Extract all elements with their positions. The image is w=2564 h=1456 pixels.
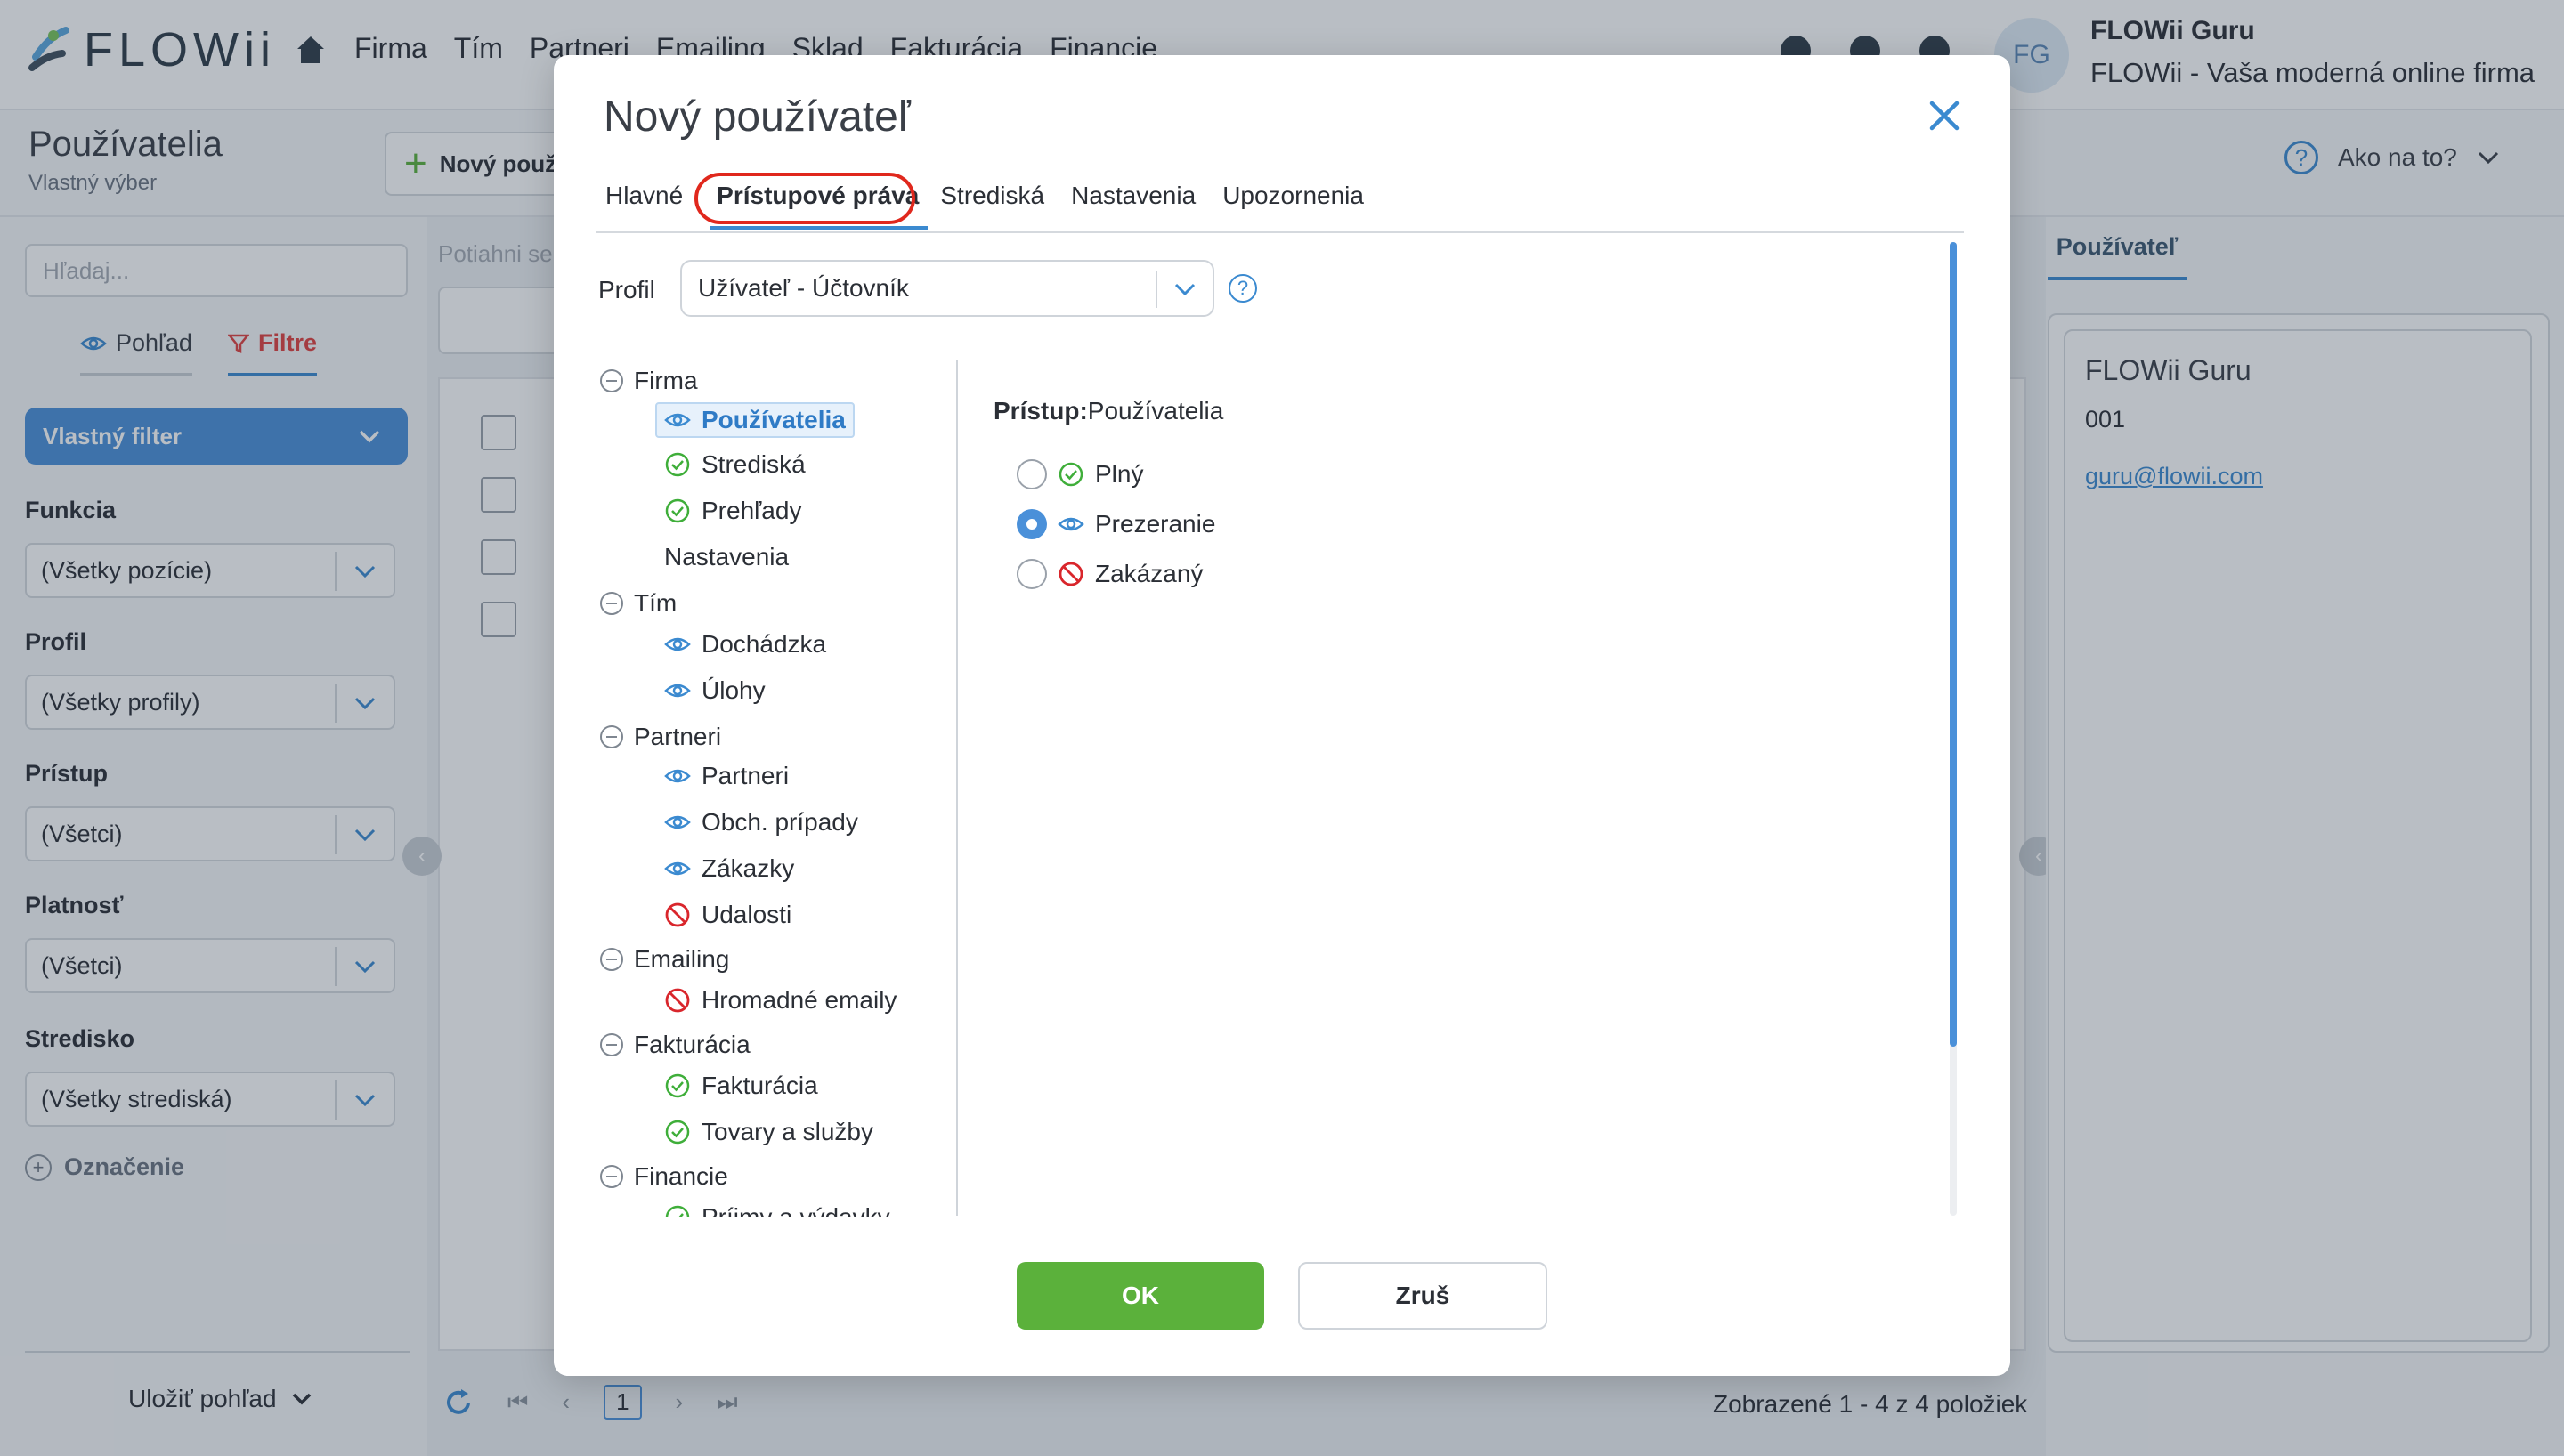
access-prefix: Prístup: — [994, 397, 1088, 425]
check-circle-icon — [664, 1204, 691, 1217]
collapse-icon[interactable] — [600, 369, 623, 392]
tree-item-label: Strediská — [702, 450, 806, 478]
access-option-zakazany[interactable]: Zakázaný — [1017, 559, 1203, 589]
eye-icon — [664, 763, 691, 789]
collapse-icon[interactable] — [600, 1033, 623, 1056]
tree-item-label: Úlohy — [702, 676, 766, 704]
tree-item-label: Obch. prípady — [702, 808, 858, 836]
tree-group-label: Tím — [634, 589, 678, 617]
tree-group-emailing[interactable]: Emailing — [600, 945, 729, 974]
access-module: Používatelia — [1087, 397, 1224, 425]
tree-item-nastavenia[interactable]: Nastavenia — [664, 543, 789, 571]
tree-item-prijmy-a-vydavky[interactable]: Príjmy a výdavky — [664, 1203, 890, 1217]
question-icon[interactable]: ? — [1229, 274, 1257, 303]
scrollbar-thumb[interactable] — [1950, 242, 1957, 1047]
check-circle-icon — [664, 451, 691, 478]
radio-zakazany[interactable] — [1017, 559, 1047, 589]
tree-item-label: Hromadné emaily — [702, 986, 897, 1014]
tab-strediska[interactable]: Strediská — [940, 182, 1059, 230]
dialog-title: Nový používateľ — [604, 93, 911, 141]
eye-icon — [1058, 511, 1084, 538]
eye-icon — [664, 855, 691, 882]
check-circle-icon — [664, 497, 691, 524]
forbidden-icon — [664, 987, 691, 1014]
profil-select[interactable]: Užívateľ - Účtovník — [680, 260, 1214, 317]
tree-item-hromadne-emaily[interactable]: Hromadné emaily — [664, 986, 897, 1015]
profil-label: Profil — [598, 276, 655, 303]
close-icon[interactable] — [1927, 98, 1962, 133]
tree-item-label: Dochádzka — [702, 630, 827, 658]
tree-item-label: Tovary a služby — [702, 1118, 873, 1145]
tree-item-udalosti[interactable]: Udalosti — [664, 901, 791, 929]
tree-group-tim[interactable]: Tím — [600, 589, 677, 618]
ok-button[interactable]: OK — [1017, 1262, 1264, 1330]
tab-upozornenia[interactable]: Upozornenia — [1222, 182, 1378, 230]
access-option-label: Prezeranie — [1095, 510, 1216, 538]
chevron-down-icon — [1156, 271, 1213, 308]
profil-value: Užívateľ - Účtovník — [698, 274, 909, 302]
tree-item-label: Partneri — [702, 762, 790, 789]
collapse-icon[interactable] — [600, 592, 623, 615]
tree-item-obch-pripady[interactable]: Obch. prípady — [664, 808, 858, 837]
tree-item-label: Nastavenia — [664, 543, 790, 570]
tree-item-tovary-a-sluzby[interactable]: Tovary a služby — [664, 1118, 873, 1146]
cancel-button[interactable]: Zruš — [1298, 1262, 1547, 1330]
tree-divider — [956, 360, 958, 1216]
tab-hlavne[interactable]: Hlavné — [605, 182, 697, 230]
tree-item-fakturacia[interactable]: Fakturácia — [664, 1072, 818, 1100]
eye-icon — [664, 631, 691, 658]
tree-group-label: Emailing — [634, 945, 730, 973]
tree-item-zakazky[interactable]: Zákazky — [664, 854, 794, 883]
tree-item-label: Prehľady — [702, 497, 802, 524]
tree-group-label: Firma — [634, 367, 698, 394]
access-option-prezeranie[interactable]: Prezeranie — [1017, 509, 1215, 539]
tree-item-label: Zákazky — [702, 854, 795, 882]
highlight-ring — [694, 173, 915, 224]
tree-item-dochadzka[interactable]: Dochádzka — [664, 630, 826, 659]
tab-nastavenia[interactable]: Nastavenia — [1071, 182, 1210, 230]
check-circle-icon — [1058, 461, 1084, 488]
tree-item-pouzivatelia[interactable]: Používatelia — [655, 402, 855, 438]
radio-plny[interactable] — [1017, 459, 1047, 489]
access-option-label: Zakázaný — [1095, 560, 1204, 587]
eye-icon — [664, 809, 691, 836]
access-option-label: Plný — [1095, 460, 1144, 488]
collapse-icon[interactable] — [600, 725, 623, 748]
tree-item-label: Udalosti — [702, 901, 792, 928]
tree-group-label: Financie — [634, 1162, 728, 1190]
tree-item-label: Príjmy a výdavky — [702, 1203, 890, 1217]
access-option-plny[interactable]: Plný — [1017, 459, 1143, 489]
tree-item-label: Fakturácia — [702, 1072, 818, 1099]
check-circle-icon — [664, 1072, 691, 1099]
tree-group-fakturacia[interactable]: Fakturácia — [600, 1031, 751, 1059]
collapse-icon[interactable] — [600, 1165, 623, 1188]
eye-icon — [664, 677, 691, 704]
tree-item-strediska[interactable]: Strediská — [664, 450, 806, 479]
tabs-divider — [596, 231, 1964, 233]
check-circle-icon — [664, 1119, 691, 1145]
tree-group-financie[interactable]: Financie — [600, 1162, 728, 1191]
permissions-tree: Firma Používatelia Strediská Prehľady Na… — [588, 352, 961, 1217]
tree-group-firma[interactable]: Firma — [600, 367, 698, 395]
tree-group-label: Partneri — [634, 723, 722, 750]
tree-group-partneri[interactable]: Partneri — [600, 723, 721, 751]
tree-item-partneri[interactable]: Partneri — [664, 762, 789, 790]
forbidden-icon — [664, 902, 691, 928]
forbidden-icon — [1058, 561, 1084, 587]
tree-item-label: Používatelia — [702, 406, 846, 433]
collapse-icon[interactable] — [600, 948, 623, 971]
eye-icon — [664, 407, 691, 433]
tree-item-ulohy[interactable]: Úlohy — [664, 676, 766, 705]
access-heading: Prístup:Používatelia — [994, 397, 1223, 425]
tree-item-prehlady[interactable]: Prehľady — [664, 497, 801, 525]
radio-prezeranie[interactable] — [1017, 509, 1047, 539]
tree-group-label: Fakturácia — [634, 1031, 751, 1058]
